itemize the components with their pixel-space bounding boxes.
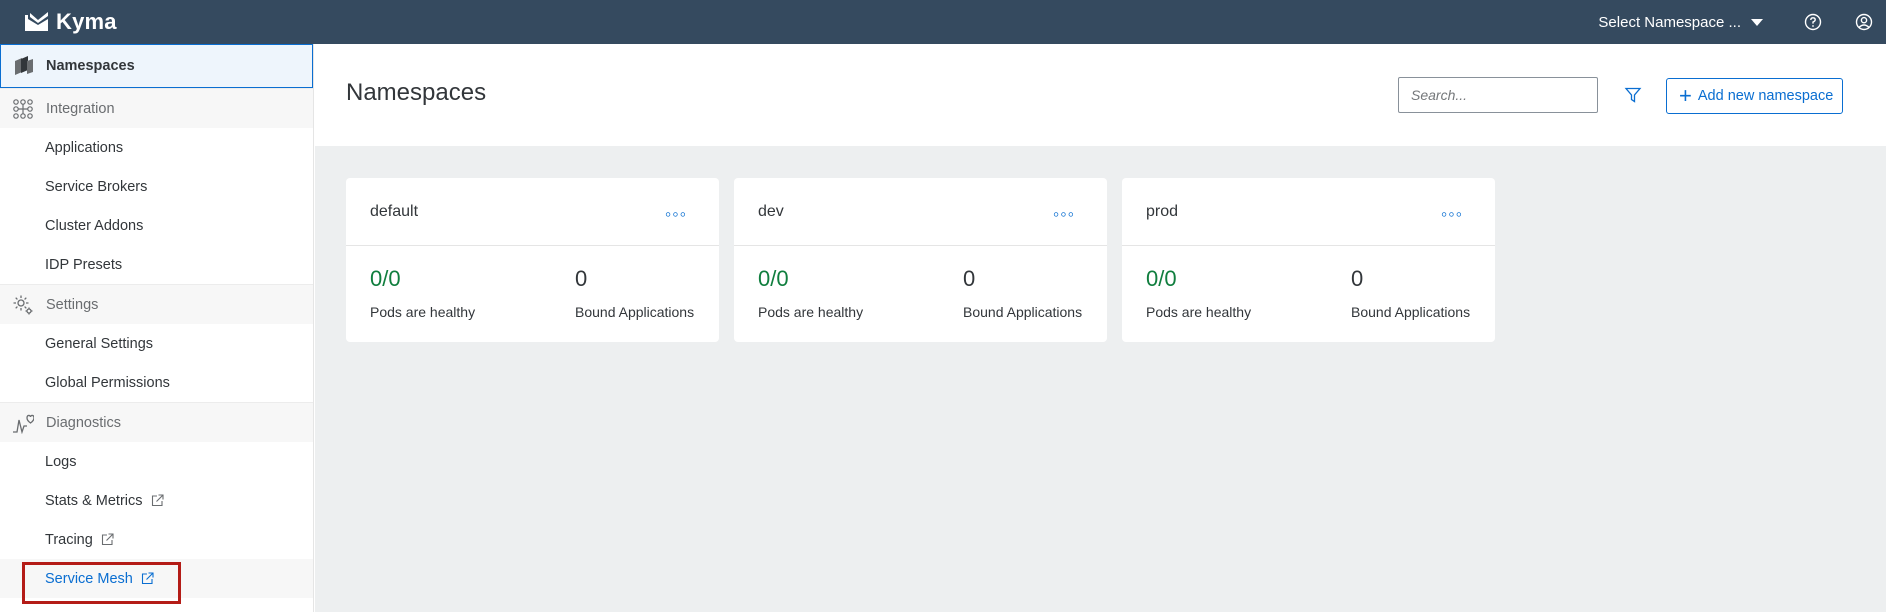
sidebar-item-tracing[interactable]: Tracing bbox=[0, 520, 313, 559]
shell-bar: Kyma Select Namespace ... bbox=[0, 0, 1886, 44]
more-options-icon[interactable]: ◦◦◦ bbox=[1441, 205, 1463, 223]
page-title: Namespaces bbox=[346, 79, 487, 106]
bound-apps-label: Bound Applications bbox=[1351, 304, 1471, 320]
bound-apps-count: 0 bbox=[1351, 266, 1364, 291]
integration-icon bbox=[12, 98, 34, 120]
sidebar-item-service-brokers[interactable]: Service Brokers bbox=[0, 167, 313, 206]
sidebar-item-stats-metrics[interactable]: Stats & Metrics bbox=[0, 481, 313, 520]
sidebar-item-label: Logs bbox=[45, 453, 77, 470]
main-content: Namespaces + Add new namespace default ◦… bbox=[315, 44, 1886, 612]
sidebar-section-settings[interactable]: Settings bbox=[0, 284, 313, 324]
namespace-name[interactable]: dev bbox=[758, 203, 784, 221]
sidebar-item-global-permissions[interactable]: Global Permissions bbox=[0, 363, 313, 402]
sidebar-item-label: Stats & Metrics bbox=[45, 492, 143, 509]
sidebar-item-label: General Settings bbox=[45, 335, 154, 352]
sidebar-item-label: IDP Presets bbox=[45, 256, 123, 273]
sidebar-section-label: Settings bbox=[46, 296, 99, 313]
gear-icon bbox=[12, 294, 34, 316]
namespace-cards: default ◦◦◦ 0/0 Pods are healthy 0 Bound… bbox=[346, 178, 1510, 342]
pods-count: 0/0 bbox=[1146, 266, 1177, 291]
side-navigation: Namespaces Integration Applications Serv… bbox=[0, 44, 314, 612]
namespace-name[interactable]: default bbox=[370, 203, 418, 221]
sidebar-item-label: Service Brokers bbox=[45, 178, 148, 195]
help-icon[interactable] bbox=[1803, 12, 1823, 32]
sidebar-section-label: Integration bbox=[46, 100, 115, 117]
sidebar-section-integration[interactable]: Integration bbox=[0, 88, 313, 128]
namespace-name[interactable]: prod bbox=[1146, 203, 1178, 221]
external-link-icon bbox=[101, 533, 114, 546]
sidebar-item-label: Applications bbox=[45, 139, 124, 156]
sidebar-item-service-mesh[interactable]: Service Mesh bbox=[0, 559, 313, 598]
bound-apps-label: Bound Applications bbox=[575, 304, 695, 320]
sidebar-item-general-settings[interactable]: General Settings bbox=[0, 324, 313, 363]
more-options-icon[interactable]: ◦◦◦ bbox=[665, 205, 687, 223]
sidebar-item-applications[interactable]: Applications bbox=[0, 128, 313, 167]
caret-down-icon bbox=[1751, 18, 1763, 26]
sidebar-item-label: Service Mesh bbox=[45, 570, 133, 587]
bound-apps-count: 0 bbox=[963, 266, 976, 291]
pods-label: Pods are healthy bbox=[370, 304, 476, 320]
page-header: Namespaces + Add new namespace bbox=[315, 44, 1886, 146]
sidebar-item-namespaces[interactable]: Namespaces bbox=[0, 44, 313, 88]
sidebar-item-label: Cluster Addons bbox=[45, 217, 144, 234]
namespaces-icon bbox=[13, 55, 35, 77]
pods-label: Pods are healthy bbox=[758, 304, 864, 320]
search-input[interactable] bbox=[1398, 77, 1598, 113]
sidebar-item-label: Global Permissions bbox=[45, 374, 170, 391]
namespace-select-label: Select Namespace ... bbox=[1598, 13, 1741, 31]
namespace-card[interactable]: dev ◦◦◦ 0/0 Pods are healthy 0 Bound App… bbox=[734, 178, 1107, 342]
sidebar-item-cluster-addons[interactable]: Cluster Addons bbox=[0, 206, 313, 245]
bound-apps-label: Bound Applications bbox=[963, 304, 1083, 320]
sidebar-item-label: Tracing bbox=[45, 531, 93, 548]
kyma-logo-icon bbox=[24, 11, 50, 33]
sidebar-item-label: Namespaces bbox=[46, 58, 135, 74]
app-name: Kyma bbox=[56, 9, 117, 34]
namespace-card[interactable]: prod ◦◦◦ 0/0 Pods are healthy 0 Bound Ap… bbox=[1122, 178, 1495, 342]
external-link-icon bbox=[151, 494, 164, 507]
pods-count: 0/0 bbox=[370, 266, 401, 291]
add-namespace-button[interactable]: + Add new namespace bbox=[1666, 78, 1843, 114]
sidebar-section-diagnostics[interactable]: Diagnostics bbox=[0, 402, 313, 442]
brand[interactable]: Kyma bbox=[24, 9, 117, 35]
external-link-icon bbox=[141, 572, 154, 585]
add-namespace-label: Add new namespace bbox=[1697, 88, 1834, 104]
pods-count: 0/0 bbox=[758, 266, 789, 291]
sidebar-item-idp-presets[interactable]: IDP Presets bbox=[0, 245, 313, 284]
namespace-card[interactable]: default ◦◦◦ 0/0 Pods are healthy 0 Bound… bbox=[346, 178, 719, 342]
namespace-select[interactable]: Select Namespace ... bbox=[1598, 14, 1763, 31]
diagnostics-icon bbox=[12, 412, 35, 435]
plus-icon: + bbox=[1679, 83, 1692, 108]
sidebar-item-logs[interactable]: Logs bbox=[0, 442, 313, 481]
filter-icon[interactable] bbox=[1624, 86, 1642, 104]
sidebar-section-label: Diagnostics bbox=[46, 414, 121, 431]
pods-label: Pods are healthy bbox=[1146, 304, 1252, 320]
bound-apps-count: 0 bbox=[575, 266, 588, 291]
user-icon[interactable] bbox=[1854, 12, 1874, 32]
more-options-icon[interactable]: ◦◦◦ bbox=[1053, 205, 1075, 223]
